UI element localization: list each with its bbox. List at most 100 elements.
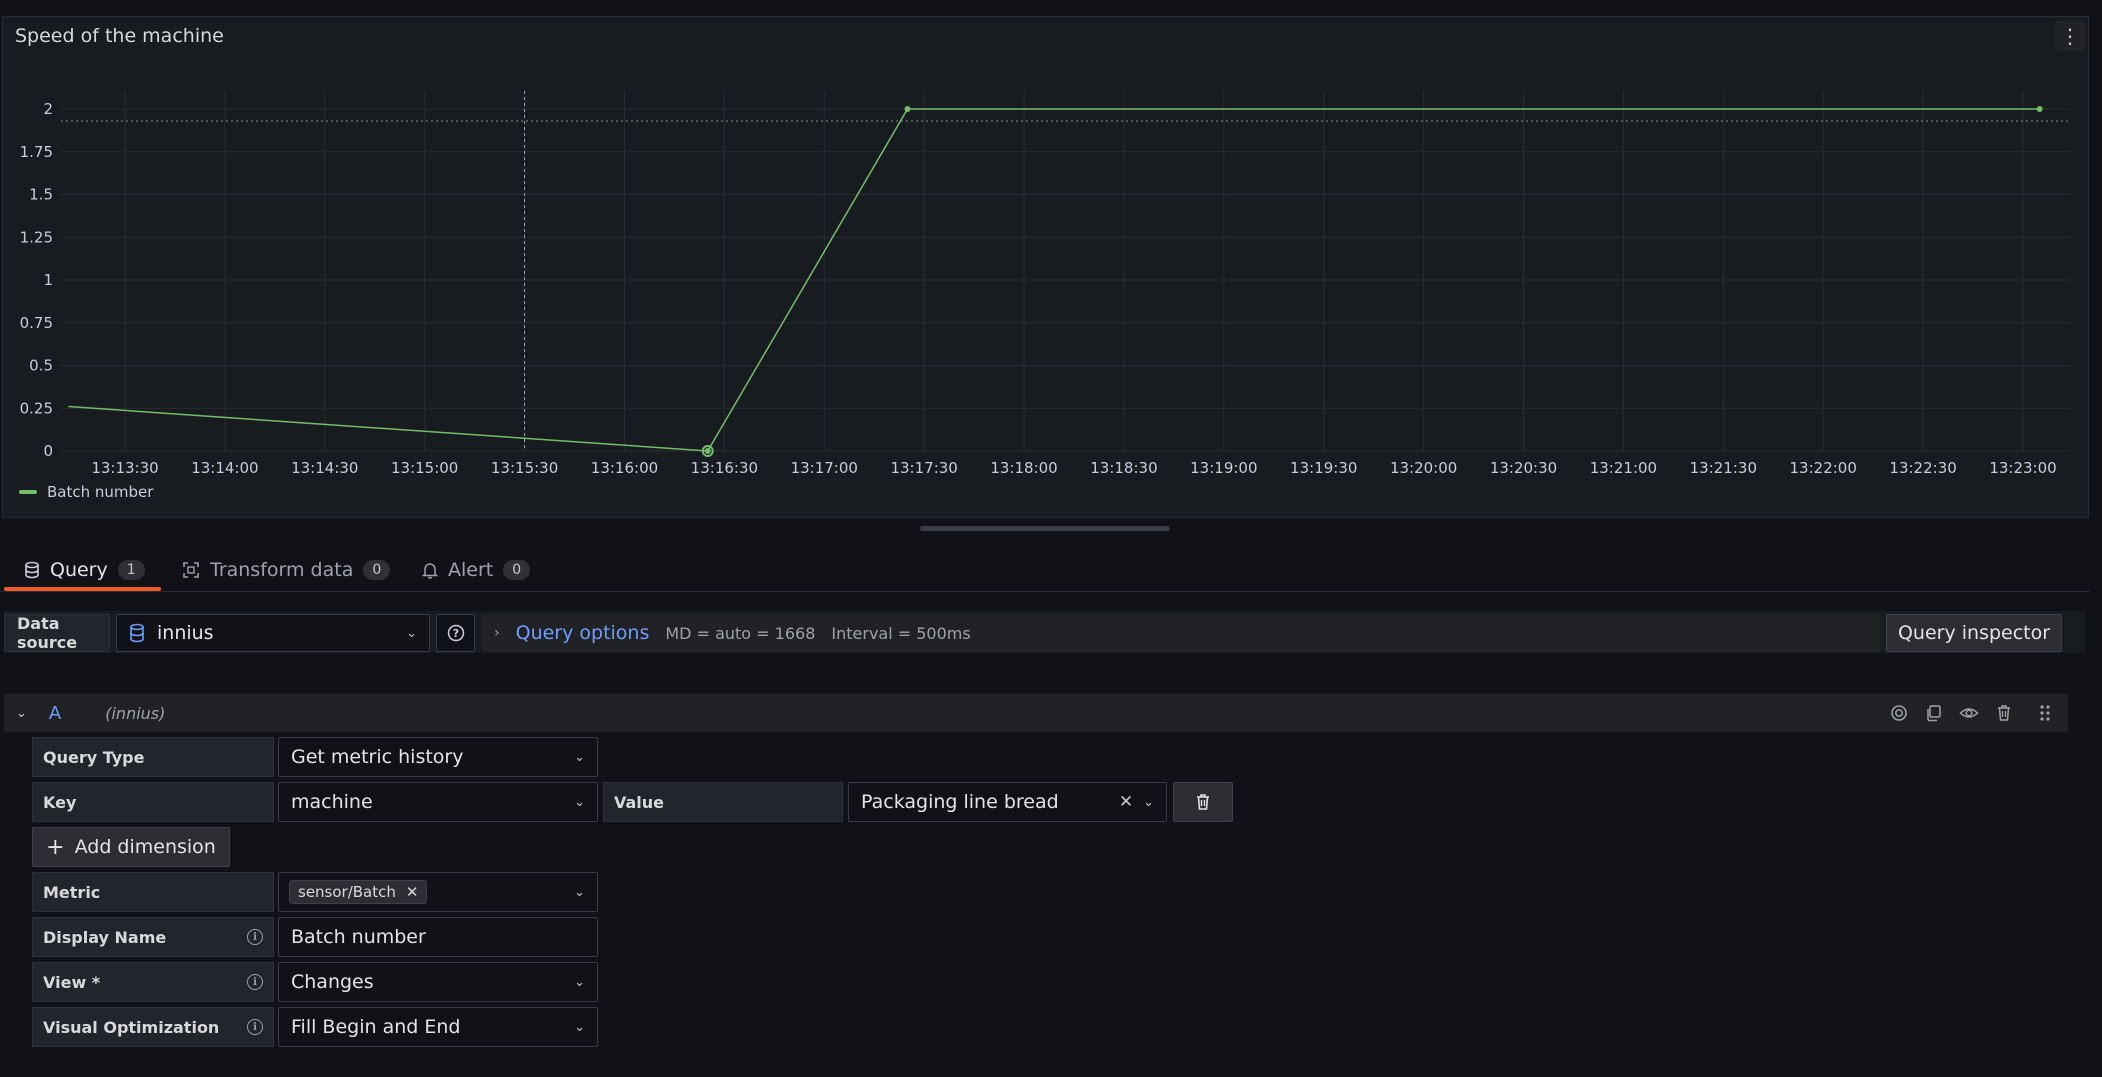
datasource-picker[interactable]: innius ⌄ <box>116 614 430 652</box>
chart-legend[interactable]: Batch number <box>19 483 153 501</box>
trash-icon <box>1197 794 1209 810</box>
tab-query[interactable]: Query 1 <box>24 552 145 588</box>
tabs-divider <box>0 591 2090 592</box>
x-tick-label: 13:21:30 <box>1690 459 1757 477</box>
delete-query-button[interactable] <box>1989 694 2019 732</box>
view-select[interactable]: Changes ⌄ <box>278 962 598 1002</box>
y-tick-label: 0.5 <box>29 357 53 375</box>
add-dimension-label: Add dimension <box>74 836 216 858</box>
y-tick-label: 0.75 <box>20 314 53 332</box>
chevron-down-icon: ⌄ <box>574 794 585 810</box>
query-inspector-button[interactable]: Query inspector <box>1886 614 2062 652</box>
chevron-down-icon: ⌄ <box>574 974 585 990</box>
clear-icon[interactable]: ✕ <box>1119 792 1133 812</box>
value-select[interactable]: Packaging line bread ✕ ⌄ <box>848 782 1167 822</box>
datasource-label: Data source <box>4 614 110 652</box>
chevron-down-icon: ⌄ <box>574 884 585 900</box>
y-tick-label: 1.25 <box>20 228 53 246</box>
tab-transform-label: Transform data <box>210 559 354 581</box>
visual-optimization-select[interactable]: Fill Begin and End ⌄ <box>278 1007 598 1047</box>
value-value: Packaging line bread <box>861 791 1059 813</box>
query-options-toggle[interactable]: › Query options MD = auto = 1668 Interva… <box>482 614 1880 652</box>
collapse-chevron-icon[interactable]: ⌄ <box>16 706 27 721</box>
database-icon <box>25 561 39 579</box>
database-icon <box>130 623 144 643</box>
data-point <box>2036 106 2043 112</box>
x-tick-label: 13:19:00 <box>1190 459 1257 477</box>
x-tick-label: 13:22:30 <box>1889 459 1956 477</box>
chip-remove-icon[interactable]: ✕ <box>406 883 419 901</box>
transform-icon <box>183 562 199 578</box>
display-name-label: Display Name i <box>32 917 274 957</box>
panel-resize-handle[interactable] <box>920 526 1170 531</box>
info-icon[interactable]: i <box>247 929 263 945</box>
x-tick-label: 13:14:30 <box>291 459 358 477</box>
tab-transform[interactable]: Transform data 0 <box>182 552 391 588</box>
time-series-panel: Speed of the machine ⋮ 2 1.75 1.5 1.25 1 0.75… <box>2 16 2089 518</box>
chevron-down-icon: ⌄ <box>574 749 585 765</box>
toggle-visibility-button[interactable] <box>1954 694 1984 732</box>
view-label: View * i <box>32 962 274 1002</box>
info-icon[interactable]: i <box>247 974 263 990</box>
x-tick-label: 13:16:30 <box>691 459 758 477</box>
metric-label: Metric <box>32 872 274 912</box>
y-tick-label: 1 <box>43 271 53 289</box>
key-select[interactable]: machine ⌄ <box>278 782 598 822</box>
tab-query-label: Query <box>50 559 108 581</box>
add-dimension-button[interactable]: + Add dimension <box>32 827 230 867</box>
chevron-down-icon: ⌄ <box>574 1019 585 1035</box>
chevron-down-icon: ⌄ <box>1143 794 1154 810</box>
tab-alert[interactable]: Alert 0 <box>422 552 531 588</box>
info-icon[interactable]: i <box>247 1019 263 1035</box>
y-tick-label: 2 <box>43 100 53 118</box>
query-type-label: Query Type <box>32 737 274 777</box>
display-name-input[interactable]: Batch number <box>278 917 598 957</box>
key-label: Key <box>32 782 274 822</box>
eye-icon <box>1959 708 1979 718</box>
query-ref-id[interactable]: A <box>49 703 61 724</box>
query-options-md: MD = auto = 1668 <box>665 623 816 643</box>
y-tick-label: 1.5 <box>29 186 53 204</box>
display-name-value: Batch number <box>291 926 426 948</box>
datasource-help-button[interactable]: ? <box>436 614 475 652</box>
data-point <box>904 106 911 112</box>
tab-alert-count: 0 <box>503 560 531 580</box>
remove-dimension-button[interactable] <box>1173 782 1233 822</box>
lifebuoy-icon <box>1891 705 1907 721</box>
x-tick-label: 13:22:00 <box>1790 459 1857 477</box>
visual-optimization-label-text: Visual Optimization <box>43 1017 220 1037</box>
x-tick-label: 13:23:00 <box>1989 459 2056 477</box>
x-tick-label: 13:19:30 <box>1290 459 1357 477</box>
metric-chip-label: sensor/Batch <box>298 883 396 901</box>
trash-icon <box>1998 705 2010 721</box>
tab-query-count: 1 <box>117 560 145 580</box>
duplicate-query-button[interactable] <box>1919 694 1949 732</box>
datasource-value: innius <box>157 622 214 644</box>
query-type-value: Get metric history <box>291 746 464 768</box>
visual-optimization-value: Fill Begin and End <box>291 1016 461 1038</box>
x-tick-label: 13:18:00 <box>990 459 1057 477</box>
plus-icon: + <box>46 834 65 860</box>
legend-label: Batch number <box>47 483 154 501</box>
key-value: machine <box>291 791 373 813</box>
y-tick-label: 0.25 <box>20 399 53 417</box>
chevron-right-icon: › <box>494 625 500 641</box>
query-row-header[interactable]: ⌄ A (innius) <box>4 694 2068 732</box>
x-tick-label: 13:20:30 <box>1490 459 1557 477</box>
legend-swatch <box>19 490 37 494</box>
query-options-title: Query options <box>515 622 650 644</box>
y-tick-label: 1.75 <box>20 143 53 161</box>
metric-select[interactable]: sensor/Batch ✕ ⌄ <box>278 872 598 912</box>
query-help-button[interactable] <box>1884 694 1914 732</box>
y-tick-label: 0 <box>43 442 53 460</box>
value-label-text: Value <box>614 792 665 812</box>
visual-optimization-label: Visual Optimization i <box>32 1007 274 1047</box>
x-tick-label: 13:15:30 <box>491 459 558 477</box>
query-type-select[interactable]: Get metric history ⌄ <box>278 737 598 777</box>
drag-handle-icon[interactable] <box>2030 694 2060 732</box>
view-label-text: View * <box>43 972 101 992</box>
x-tick-label: 13:16:00 <box>591 459 658 477</box>
display-name-label-text: Display Name <box>43 927 167 947</box>
svg-text:?: ? <box>452 627 458 640</box>
value-label: Value <box>603 782 843 822</box>
